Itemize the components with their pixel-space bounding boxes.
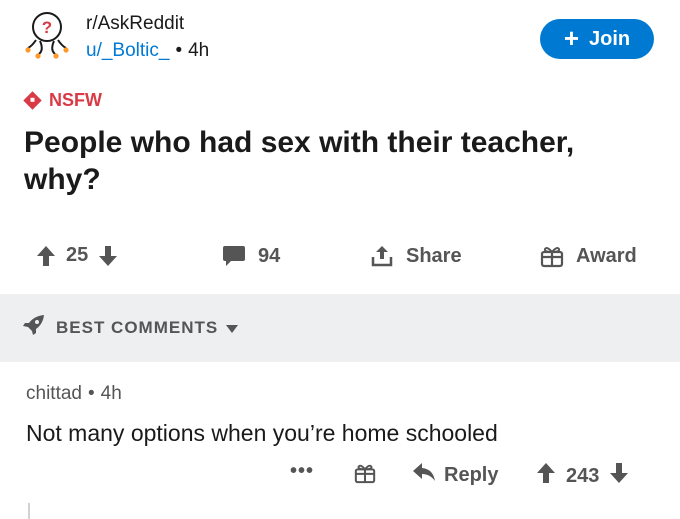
join-label: Join — [589, 27, 631, 50]
sort-label: BEST COMMENTS — [56, 317, 219, 337]
svg-text:?: ? — [42, 18, 52, 37]
post-vote-group: 25 — [36, 244, 118, 267]
comment-meta: chittad • 4h — [26, 383, 122, 405]
meta-separator: • — [175, 40, 183, 61]
reply-button[interactable]: Reply — [412, 462, 498, 488]
more-options-button[interactable]: ••• — [290, 460, 314, 483]
downvote-icon[interactable] — [609, 462, 629, 490]
rocket-icon — [22, 314, 46, 341]
upvote-icon[interactable] — [536, 462, 556, 490]
award-label: Award — [576, 244, 637, 267]
gift-icon — [540, 244, 564, 268]
downvote-icon[interactable] — [98, 245, 118, 267]
comment-award-button[interactable] — [354, 462, 376, 490]
comment-meta-separator: • — [87, 383, 95, 404]
reply-arrow-icon — [412, 462, 436, 488]
comment-vote-group: 243 — [536, 462, 629, 490]
award-button[interactable]: Award — [540, 244, 637, 268]
comment-author[interactable]: chittad — [26, 383, 82, 404]
subreddit-name[interactable]: r/AskReddit — [86, 13, 184, 35]
subreddit-avatar-icon[interactable]: ? — [22, 10, 72, 60]
comment-bubble-icon — [222, 244, 246, 268]
nsfw-label: NSFW — [49, 90, 102, 110]
nsfw-badge: NSFW — [23, 90, 102, 111]
join-button[interactable]: + Join — [540, 19, 654, 59]
upvote-icon[interactable] — [36, 245, 56, 267]
post-age: 4h — [188, 40, 210, 61]
comments-button[interactable]: 94 — [222, 244, 280, 268]
plus-icon: + — [563, 22, 580, 53]
comment-vote-count: 243 — [566, 464, 600, 487]
chevron-down-icon — [226, 324, 239, 333]
share-label: Share — [406, 244, 462, 267]
nsfw-icon — [23, 91, 42, 110]
sort-dropdown[interactable]: BEST COMMENTS — [22, 314, 239, 341]
post-title[interactable]: People who had sex with their teacher, w… — [24, 124, 654, 198]
post-header: ? r/AskReddit u/_Boltic_ • 4h + Join — [0, 0, 680, 84]
comment-action-bar: ••• Reply 243 — [0, 458, 680, 494]
share-icon — [370, 244, 394, 268]
post-meta: u/_Boltic_ • 4h — [86, 40, 209, 62]
reply-label: Reply — [444, 463, 499, 486]
share-button[interactable]: Share — [370, 244, 462, 268]
gift-icon — [354, 462, 376, 490]
comment-age: 4h — [100, 383, 122, 404]
post-vote-count: 25 — [66, 244, 89, 266]
post-author[interactable]: u/_Boltic_ — [86, 40, 169, 61]
post-action-bar: 25 94 Share Award — [0, 238, 680, 282]
thread-line — [28, 503, 30, 519]
comment-count: 94 — [258, 244, 281, 267]
comment-body: Not many options when you’re home school… — [26, 420, 498, 446]
comment-sort-bar: BEST COMMENTS — [0, 294, 680, 362]
